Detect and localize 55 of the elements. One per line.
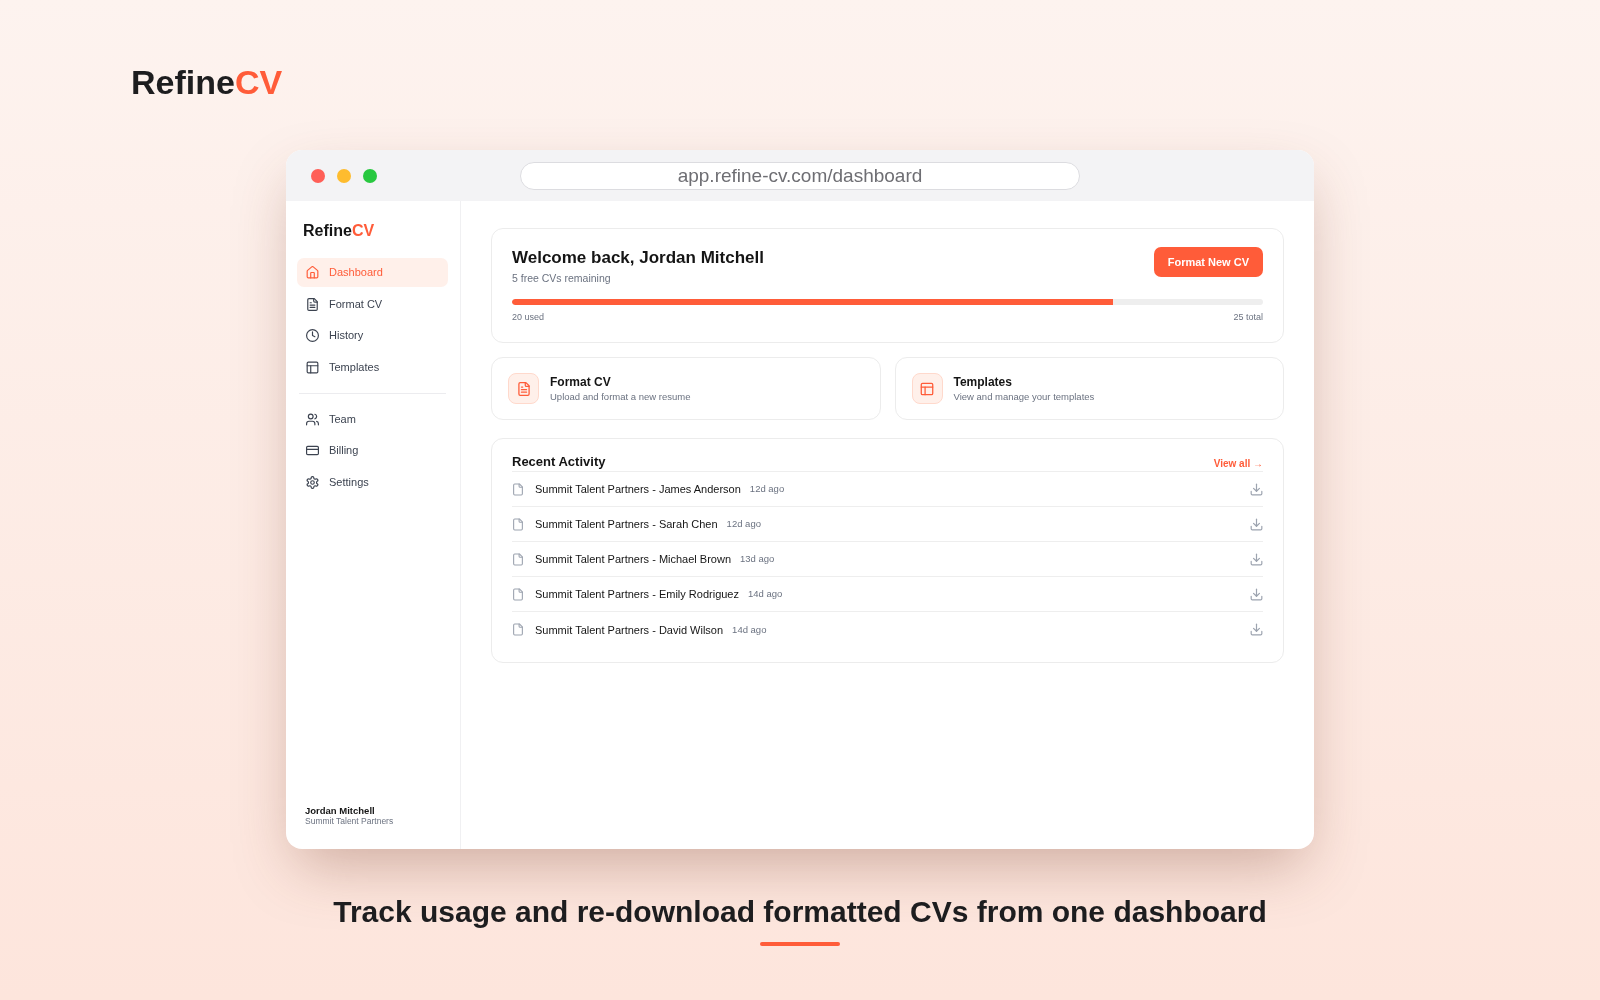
tagline: Track usage and re-download formatted CVs from one dashboard bbox=[333, 897, 1267, 927]
card-title: Format CV bbox=[550, 374, 612, 390]
brand-logo: RefineCV bbox=[303, 223, 375, 239]
credit-card-icon bbox=[306, 444, 319, 458]
maximize-window-icon[interactable] bbox=[363, 168, 377, 183]
nav-item[interactable]: Team bbox=[297, 404, 448, 434]
address-bar[interactable]: app.refine-cv.com/dashboard bbox=[520, 161, 1080, 190]
layout-icon bbox=[911, 373, 943, 404]
user-name: Jordan Mitchell bbox=[305, 805, 376, 816]
download-icon[interactable] bbox=[1250, 587, 1263, 601]
download-icon[interactable] bbox=[1250, 623, 1263, 636]
nav-item[interactable]: History bbox=[297, 321, 448, 351]
download-icon[interactable] bbox=[1250, 482, 1263, 496]
quick-action-card[interactable]: Format CV Upload and format a new resume bbox=[491, 357, 881, 420]
brand-logo: RefineCV bbox=[131, 65, 283, 99]
document-icon bbox=[508, 373, 539, 404]
download-icon[interactable] bbox=[1250, 517, 1263, 531]
card-description: Upload and format a new resume bbox=[550, 389, 691, 403]
file-name[interactable]: Summit Talent Partners - Michael Brown bbox=[535, 552, 732, 566]
card-title: Templates bbox=[953, 374, 1013, 390]
file-icon bbox=[512, 587, 524, 601]
document-icon bbox=[306, 297, 319, 311]
home-icon bbox=[306, 266, 319, 279]
file-name[interactable]: Summit Talent Partners - Emily Rodriguez bbox=[535, 587, 739, 601]
timestamp: 13d ago bbox=[740, 553, 775, 565]
file-icon bbox=[512, 623, 524, 636]
file-name[interactable]: Summit Talent Partners - Sarah Chen bbox=[535, 517, 718, 531]
file-name[interactable]: Summit Talent Partners - David Wilson bbox=[535, 622, 724, 637]
quick-action-card[interactable]: Templates View and manage your templates bbox=[894, 357, 1284, 420]
used-count-label: 20 used bbox=[512, 312, 545, 323]
nav-item[interactable]: Templates bbox=[297, 352, 448, 382]
credits-remaining-text: 5 free CVs remaining bbox=[512, 271, 612, 285]
nav-item[interactable]: Billing bbox=[297, 436, 448, 466]
section-heading: Recent Activity bbox=[512, 454, 606, 470]
timestamp: 12d ago bbox=[726, 518, 761, 530]
users-icon bbox=[306, 412, 319, 426]
download-icon[interactable] bbox=[1250, 552, 1263, 566]
user-company: Summit Talent Partners bbox=[305, 816, 395, 827]
card-description: View and manage your templates bbox=[953, 389, 1095, 403]
timestamp: 14d ago bbox=[748, 588, 783, 600]
minimize-window-icon[interactable] bbox=[337, 168, 351, 183]
layout-icon bbox=[306, 360, 319, 374]
file-icon bbox=[512, 552, 524, 566]
nav-item[interactable]: Format CV bbox=[297, 289, 448, 319]
close-window-icon[interactable] bbox=[311, 168, 325, 183]
clock-icon bbox=[306, 329, 319, 343]
nav-item[interactable]: Settings bbox=[297, 467, 448, 497]
timestamp: 14d ago bbox=[732, 623, 767, 636]
timestamp: 12d ago bbox=[749, 483, 785, 495]
file-icon bbox=[512, 517, 524, 531]
total-count-label: 25 total bbox=[1233, 312, 1263, 323]
settings-icon bbox=[306, 475, 319, 489]
welcome-heading: Welcome back, Jordan Mitchell bbox=[512, 247, 764, 269]
file-icon bbox=[512, 482, 524, 496]
file-name[interactable]: Summit Talent Partners - James Anderson bbox=[535, 482, 741, 496]
